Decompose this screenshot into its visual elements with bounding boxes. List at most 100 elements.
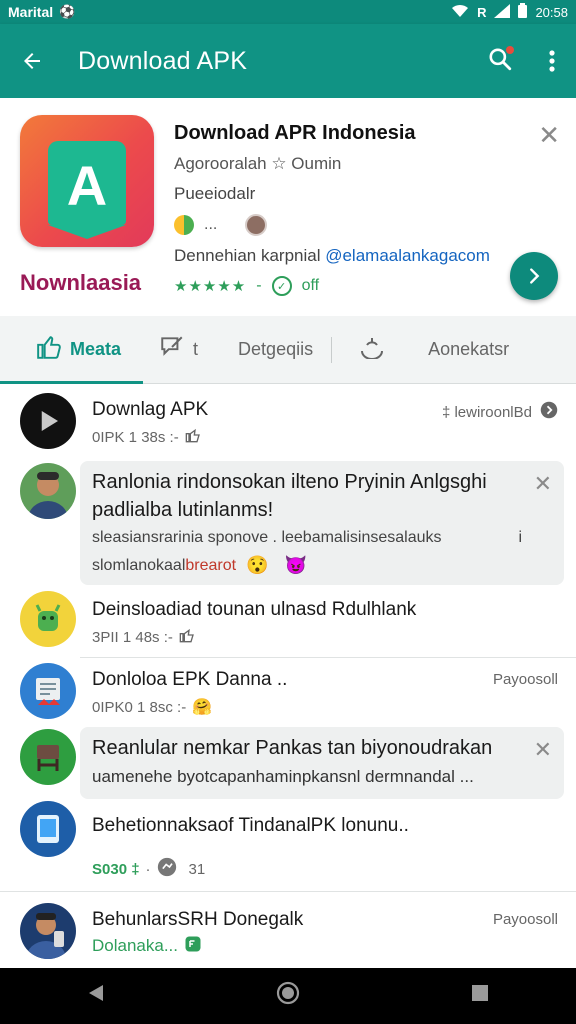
- list-item[interactable]: Downlag APK 0IPK 1 38s :- ‡ lewiroonlBd: [0, 385, 576, 461]
- list-item-meta: S030 ‡ · 31: [92, 857, 205, 881]
- search-button[interactable]: [472, 24, 528, 98]
- list-item[interactable]: Donloloa EPK Danna .. 0IPK0 1 8sc :- 🤗 P…: [0, 659, 576, 727]
- document-icon: [20, 663, 76, 719]
- home-icon[interactable]: [258, 981, 318, 1011]
- emoji-devil-icon: 😈: [284, 555, 307, 575]
- list-item[interactable]: BehunlarsSRH Donegalk Dolanaka... Payoos…: [0, 897, 576, 967]
- tab-meata[interactable]: Meata: [0, 316, 144, 384]
- list-item[interactable]: ✕ Ranlonia rindonsokan ilteno Pryinin An…: [0, 461, 576, 585]
- list-item-title: Downlag APK: [92, 399, 209, 420]
- thumbs-up-icon[interactable]: [185, 427, 201, 447]
- list-item-meta-text: 0IPK0 1 8sc :-: [92, 698, 187, 716]
- chip-more-text: ...: [204, 216, 218, 233]
- more-options-icon[interactable]: [528, 24, 576, 98]
- bubble-body-prefix: slomlanokaal: [92, 556, 186, 574]
- divider: [0, 891, 576, 892]
- signal-icon: [494, 3, 511, 21]
- tab-label: Meata: [70, 339, 122, 359]
- avatar: [20, 463, 76, 519]
- close-icon[interactable]: ✕: [534, 471, 552, 497]
- battery-icon: [518, 3, 528, 21]
- notification-bubble[interactable]: ✕ Reanlular nemkar Pankas tan biyonoudra…: [80, 727, 564, 799]
- list-item-title: Donloloa EPK Danna ..: [92, 669, 288, 690]
- play-icon: [20, 393, 76, 449]
- close-icon[interactable]: ✕: [538, 120, 560, 151]
- wifi-icon: [451, 4, 469, 21]
- tab-bar: Meata t Detgeqiis Aonekatsr: [0, 316, 576, 384]
- meta-count: 31: [188, 860, 206, 878]
- logo-badge-shape: A: [48, 141, 126, 239]
- separator-dash: -: [256, 277, 262, 294]
- list-item-meta: 0IPK0 1 8sc :- 🤗: [92, 697, 212, 717]
- list-item-right-text: Payoosoll: [492, 911, 558, 928]
- app-description: Dennehian karpnial @elamaalankagacom: [174, 246, 490, 266]
- list-item[interactable]: Behetionnaksaof TindanalPK lonunu.. S030…: [0, 801, 576, 891]
- list-item-right-text: Payoosoll: [492, 671, 558, 688]
- tab-details[interactable]: Detgeqiis: [238, 316, 313, 384]
- bubble-body-mark: i: [518, 529, 522, 546]
- tab-label: Aonekatsr: [428, 339, 510, 359]
- app-logo[interactable]: A: [20, 115, 154, 247]
- thumbs-up-icon[interactable]: [179, 627, 195, 647]
- tab-label: Detgeqiis: [238, 339, 314, 359]
- bubble-title-line2: padlialba lutinlanms!: [92, 499, 274, 521]
- chat-bubble-icon[interactable]: ✓: [271, 276, 292, 296]
- list-item-title: Behetionnaksaof TindanalPK lonunu..: [92, 815, 409, 836]
- bubble-body-line1: sleasiansrarinia sponove . leebamalisins…: [92, 529, 442, 546]
- list-item-right: Payoosoll: [493, 671, 558, 688]
- app-bar: Download APK: [0, 24, 576, 98]
- tab-aonekatsr[interactable]: Aonekatsr: [428, 316, 509, 384]
- back-icon[interactable]: [66, 983, 126, 1009]
- close-icon[interactable]: ✕: [534, 737, 552, 763]
- avatar[interactable]: [245, 214, 268, 236]
- notification-bubble[interactable]: ✕ Ranlonia rindonsokan ilteno Pryinin An…: [80, 461, 564, 585]
- list-item-meta-green: Dolanaka...: [92, 936, 178, 955]
- system-nav-bar: [0, 968, 576, 1024]
- app-subtitle: Pueeiodalr: [174, 184, 256, 203]
- recents-icon[interactable]: [450, 983, 510, 1009]
- carrier-name: Marital: [8, 4, 54, 20]
- logo-letter: A: [66, 154, 108, 217]
- soccer-ball-icon: ⚽: [59, 4, 76, 19]
- list-item-right: Payoosoll: [493, 911, 558, 928]
- back-arrow-icon[interactable]: [0, 24, 64, 98]
- message-icon[interactable]: [184, 935, 202, 957]
- refresh-icon: [358, 335, 386, 364]
- list-item-meta-text: 0IPK 1 38s :-: [92, 428, 179, 446]
- edit-note-icon: [159, 334, 185, 365]
- tab-divider: [331, 336, 333, 363]
- category-chip-icon[interactable]: [174, 215, 194, 235]
- app-developer[interactable]: Agorooralah ☆ Oumin: [174, 154, 341, 174]
- tab-label: t: [193, 339, 199, 359]
- rating-stars: ★★★★★: [174, 278, 247, 295]
- bubble-body-line2: slomlanokaal brearot 😯 😈: [92, 555, 307, 576]
- bubble-title-line1: Ranlonia rindonsokan ilteno Pryinin Anlg…: [92, 471, 487, 493]
- bubble-title-line2: uamenehe byotcapanhaminpkansnl dermnanda…: [92, 767, 474, 786]
- forward-fab-button[interactable]: [510, 252, 558, 300]
- rating-row: ★★★★★ - ✓ off: [174, 276, 319, 296]
- emoji-hug-icon: 🤗: [192, 699, 213, 716]
- list-item[interactable]: ✕ Reanlular nemkar Pankas tan biyonoudra…: [0, 727, 576, 801]
- list-item-title: BehunlarsSRH Donegalk: [92, 909, 304, 930]
- android-mascot-icon: [20, 591, 76, 647]
- chair-icon: [20, 729, 76, 785]
- notification-dot: [506, 46, 514, 54]
- divider: [80, 657, 576, 658]
- reply-circle-icon[interactable]: [157, 857, 177, 881]
- list-item-meta: 3PII 1 48s :-: [92, 627, 195, 647]
- description-text: Dennehian karpnial: [174, 246, 326, 265]
- website-link[interactable]: @elamaalankagacom: [325, 246, 490, 265]
- emoji-face-icon: 😯: [246, 555, 269, 575]
- tab-edit[interactable]: t: [159, 316, 198, 384]
- list-item-title: Deinsloadiad tounan ulnasd Rdulhlank: [92, 599, 417, 620]
- tab-refresh[interactable]: [358, 316, 386, 384]
- network-icon: R: [477, 4, 487, 20]
- list-item[interactable]: Deinsloadiad tounan ulnasd Rdulhlank 3PI…: [0, 585, 576, 659]
- avatar: [20, 903, 76, 959]
- rating-suffix: off: [301, 277, 320, 294]
- list-item-right-text: ‡ lewiroonlBd: [441, 403, 532, 421]
- arrow-circle-icon[interactable]: [540, 401, 558, 423]
- bubble-body-highlight[interactable]: brearot: [185, 557, 236, 575]
- list-item-right: ‡ lewiroonlBd: [442, 401, 558, 423]
- meta-separator: ·: [145, 860, 151, 878]
